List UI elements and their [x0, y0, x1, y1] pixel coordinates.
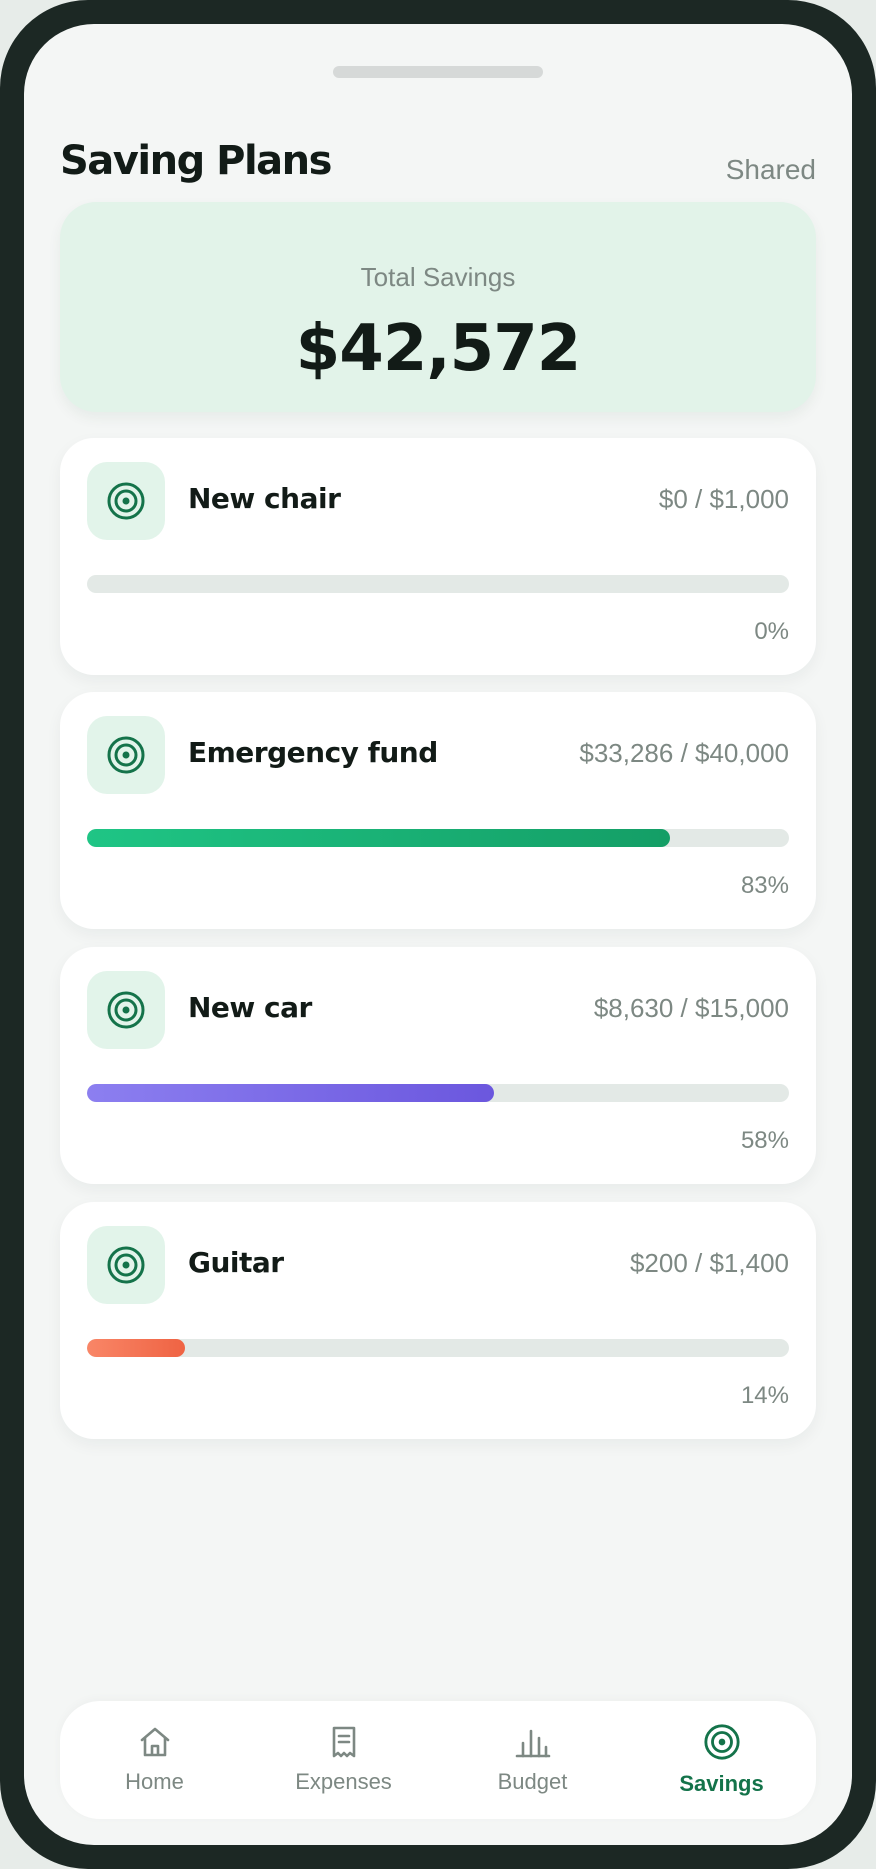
- plan-amount: $8,630 / $15,000: [593, 993, 789, 1023]
- plan-name: Guitar: [188, 1246, 284, 1279]
- plan-amount: $0 / $1,000: [658, 484, 789, 514]
- nav-item-expenses[interactable]: Expenses: [249, 1701, 438, 1819]
- progress-fill: [87, 1339, 186, 1357]
- total-savings-label: Total Savings: [360, 262, 516, 292]
- plan-name: Emergency fund: [188, 736, 438, 769]
- plan-amount: $33,286 / $40,000: [579, 738, 789, 768]
- total-savings-amount: $42,572: [295, 312, 582, 386]
- progress-fill: [87, 1084, 495, 1102]
- plan-card-guitar[interactable]: Guitar $200 / $1,400 14%: [60, 1202, 816, 1439]
- progress-track: [87, 1339, 789, 1357]
- target-icon: [87, 462, 165, 540]
- target-icon: [87, 716, 165, 794]
- progress-percent: 83%: [740, 872, 789, 899]
- bar-chart-icon: [514, 1725, 552, 1759]
- shared-link[interactable]: Shared: [726, 154, 816, 186]
- nav-item-home[interactable]: Home: [60, 1701, 249, 1819]
- plan-card-new-chair[interactable]: New chair $0 / $1,000 0%: [60, 438, 816, 675]
- plan-amount: $200 / $1,400: [629, 1248, 789, 1278]
- total-savings-card: Total Savings $42,572: [60, 202, 816, 412]
- progress-track: [87, 829, 789, 847]
- nav-label-savings: Savings: [679, 1771, 764, 1796]
- home-icon: [138, 1725, 172, 1759]
- plan-name: New car: [188, 991, 312, 1024]
- progress-track: [87, 1084, 789, 1102]
- target-icon: [703, 1723, 741, 1761]
- progress-percent: 0%: [754, 618, 789, 645]
- phone-frame: Saving Plans Shared Total Savings $42,57…: [0, 0, 876, 1869]
- plan-card-emergency-fund[interactable]: Emergency fund $33,286 / $40,000 83%: [60, 692, 816, 929]
- nav-item-budget[interactable]: Budget: [438, 1701, 627, 1819]
- progress-percent: 58%: [740, 1127, 789, 1154]
- target-icon: [87, 1226, 165, 1304]
- page-title: Saving Plans: [60, 138, 332, 184]
- progress-percent: 14%: [740, 1382, 789, 1409]
- nav-item-savings[interactable]: Savings: [627, 1701, 816, 1819]
- target-icon: [87, 971, 165, 1049]
- progress-track: [87, 575, 789, 593]
- receipt-icon: [327, 1725, 361, 1759]
- plan-name: New chair: [188, 482, 341, 515]
- nav-label-budget: Budget: [497, 1769, 568, 1794]
- nav-label-expenses: Expenses: [295, 1769, 392, 1794]
- app-screen: Saving Plans Shared Total Savings $42,57…: [24, 24, 852, 1845]
- drag-handle: [333, 66, 543, 78]
- bottom-nav: Home Expenses Budget Savings: [60, 1701, 816, 1819]
- nav-label-home: Home: [125, 1769, 184, 1794]
- progress-fill: [87, 829, 670, 847]
- plan-card-new-car[interactable]: New car $8,630 / $15,000 58%: [60, 947, 816, 1184]
